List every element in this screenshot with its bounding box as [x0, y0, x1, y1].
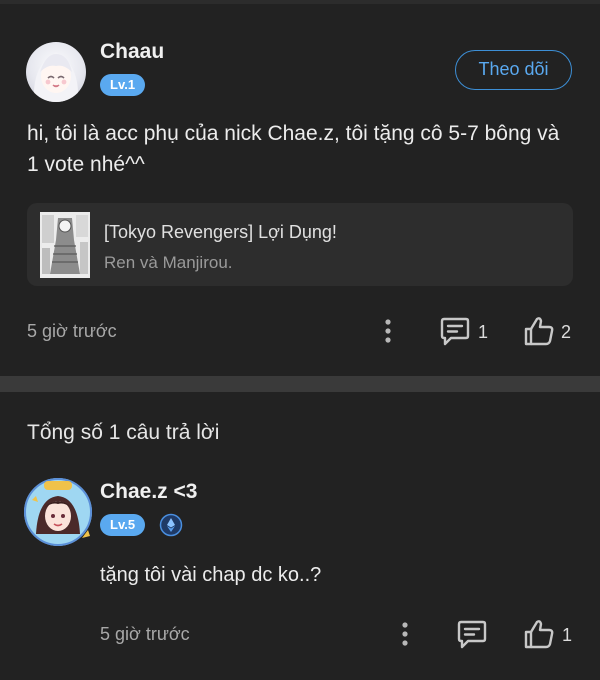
author-name[interactable]: Chaau — [100, 40, 164, 64]
reply-author-name[interactable]: Chae.z <3 — [100, 480, 197, 504]
avatar[interactable] — [26, 42, 86, 102]
comment-text: hi, tôi là acc phụ của nick Chae.z, tôi … — [27, 122, 560, 176]
reply-level-badge: Lv.5 — [100, 514, 146, 536]
story-subtitle: Ren và Manjirou. — [104, 253, 233, 272]
more-vertical-icon[interactable] — [380, 318, 396, 344]
thumbs-up-icon[interactable] — [522, 617, 556, 651]
story-title: [Tokyo Revengers] Lợi Dụng! — [104, 222, 337, 242]
section-divider — [0, 376, 600, 392]
story-thumbnail — [40, 212, 90, 278]
story-reference-card[interactable]: [Tokyo Revengers] Lợi Dụng! Ren và Manji… — [27, 203, 573, 286]
more-vertical-icon[interactable] — [397, 621, 413, 647]
verified-badge-icon — [159, 513, 183, 537]
comment-count: 1 — [478, 322, 489, 342]
like-count: 2 — [561, 322, 572, 342]
thumbs-up-icon[interactable] — [522, 314, 556, 348]
reply-text: tặng tôi vài chap dc ko..? — [100, 564, 322, 586]
comment-icon[interactable] — [439, 315, 471, 347]
level-badge: Lv.1 — [100, 74, 146, 96]
comment-icon[interactable] — [456, 618, 488, 650]
comment-card: Chaau Lv.1 Theo dõi hi, tôi là acc phụ c… — [0, 4, 600, 376]
replies-header: Tổng số 1 câu trả lời — [27, 421, 220, 444]
comment-timestamp: 5 giờ trước — [27, 321, 117, 341]
reply-timestamp: 5 giờ trước — [100, 624, 190, 644]
reply-like-count: 1 — [562, 625, 573, 645]
follow-button[interactable]: Theo dõi — [455, 50, 572, 90]
reply-avatar[interactable] — [24, 478, 92, 546]
